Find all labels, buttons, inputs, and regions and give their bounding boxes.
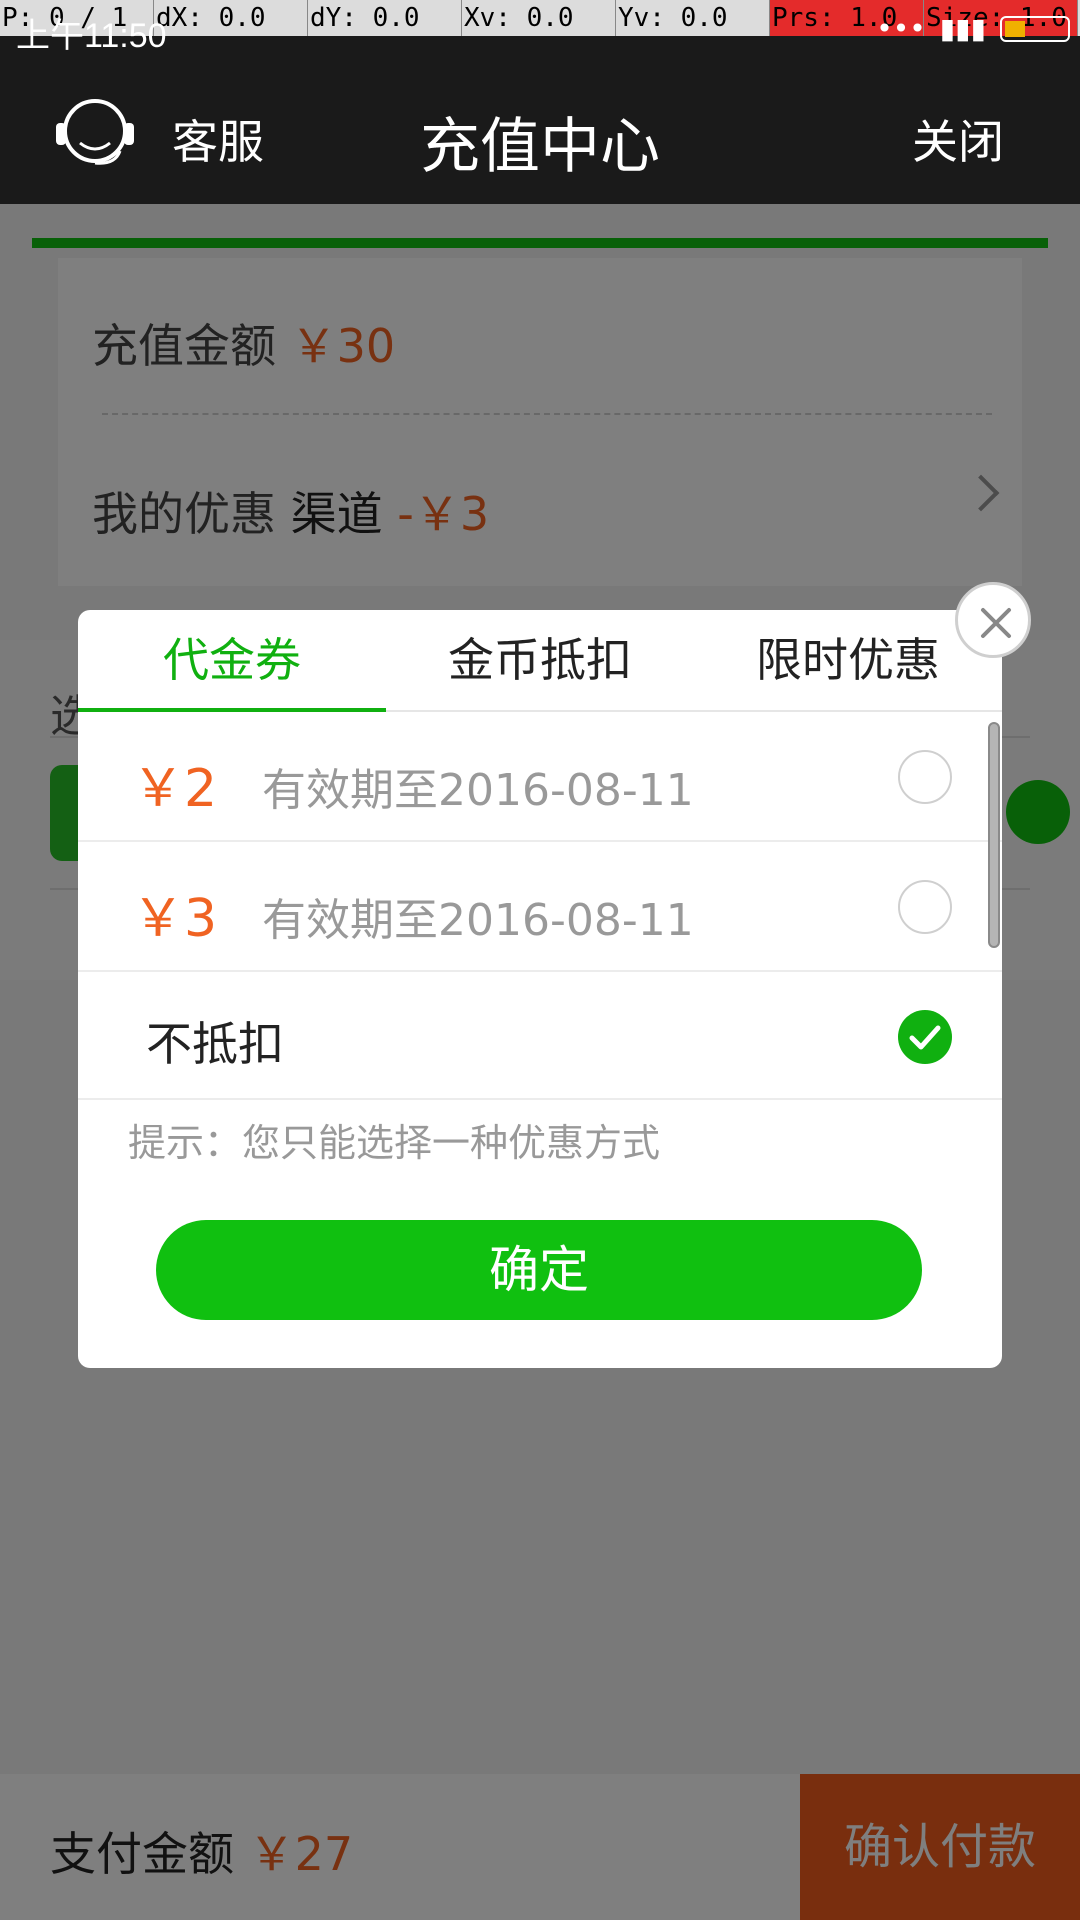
coupon-amount: ￥2	[132, 759, 218, 819]
debug-dy: dY: 0.0	[308, 0, 462, 36]
more-icon: •••	[876, 12, 926, 45]
battery-icon	[1000, 15, 1070, 42]
check-icon[interactable]	[898, 1010, 952, 1064]
coupon-radio[interactable]	[898, 750, 952, 804]
discount-tabs: 代金券 金币抵扣 限时优惠	[78, 610, 1002, 712]
no-discount-label: 不抵扣	[146, 1017, 284, 1071]
tab-coin-deduction[interactable]: 金币抵扣	[386, 610, 694, 710]
discount-modal: 代金券 金币抵扣 限时优惠 ￥2 有效期至2016-08-11 ￥3 有效期至2…	[78, 610, 1002, 1368]
status-time: 上午11:50	[16, 17, 167, 55]
list-scrollbar[interactable]	[988, 722, 1000, 948]
close-icon[interactable]	[955, 582, 1031, 658]
debug-yv: Yv: 0.0	[616, 0, 770, 36]
close-page-button[interactable]: 关闭	[912, 106, 1004, 172]
coupon-expiry: 有效期至2016-08-11	[262, 895, 694, 946]
title-bar: 客服 充值中心 关闭	[0, 36, 1080, 204]
tab-voucher[interactable]: 代金券	[78, 610, 386, 710]
coupon-item[interactable]: ￥2 有效期至2016-08-11	[78, 712, 1002, 842]
signal-icon: ▮▮▮	[939, 12, 986, 45]
coupon-list: ￥2 有效期至2016-08-11 ￥3 有效期至2016-08-11 不抵扣	[78, 712, 1002, 1102]
coupon-item[interactable]: ￥3 有效期至2016-08-11	[78, 842, 1002, 972]
coupon-amount: ￥3	[132, 889, 218, 949]
coupon-expiry: 有效期至2016-08-11	[262, 765, 694, 816]
confirm-button[interactable]: 确定	[156, 1220, 922, 1320]
no-discount-item[interactable]: 不抵扣	[78, 972, 1002, 1100]
debug-dx: dX: 0.0	[154, 0, 308, 36]
coupon-radio[interactable]	[898, 880, 952, 934]
status-icons: ••• ▮▮▮	[876, 12, 1070, 45]
hint-text: 提示：您只能选择一种优惠方式	[128, 1121, 661, 1165]
debug-xv: Xv: 0.0	[462, 0, 616, 36]
